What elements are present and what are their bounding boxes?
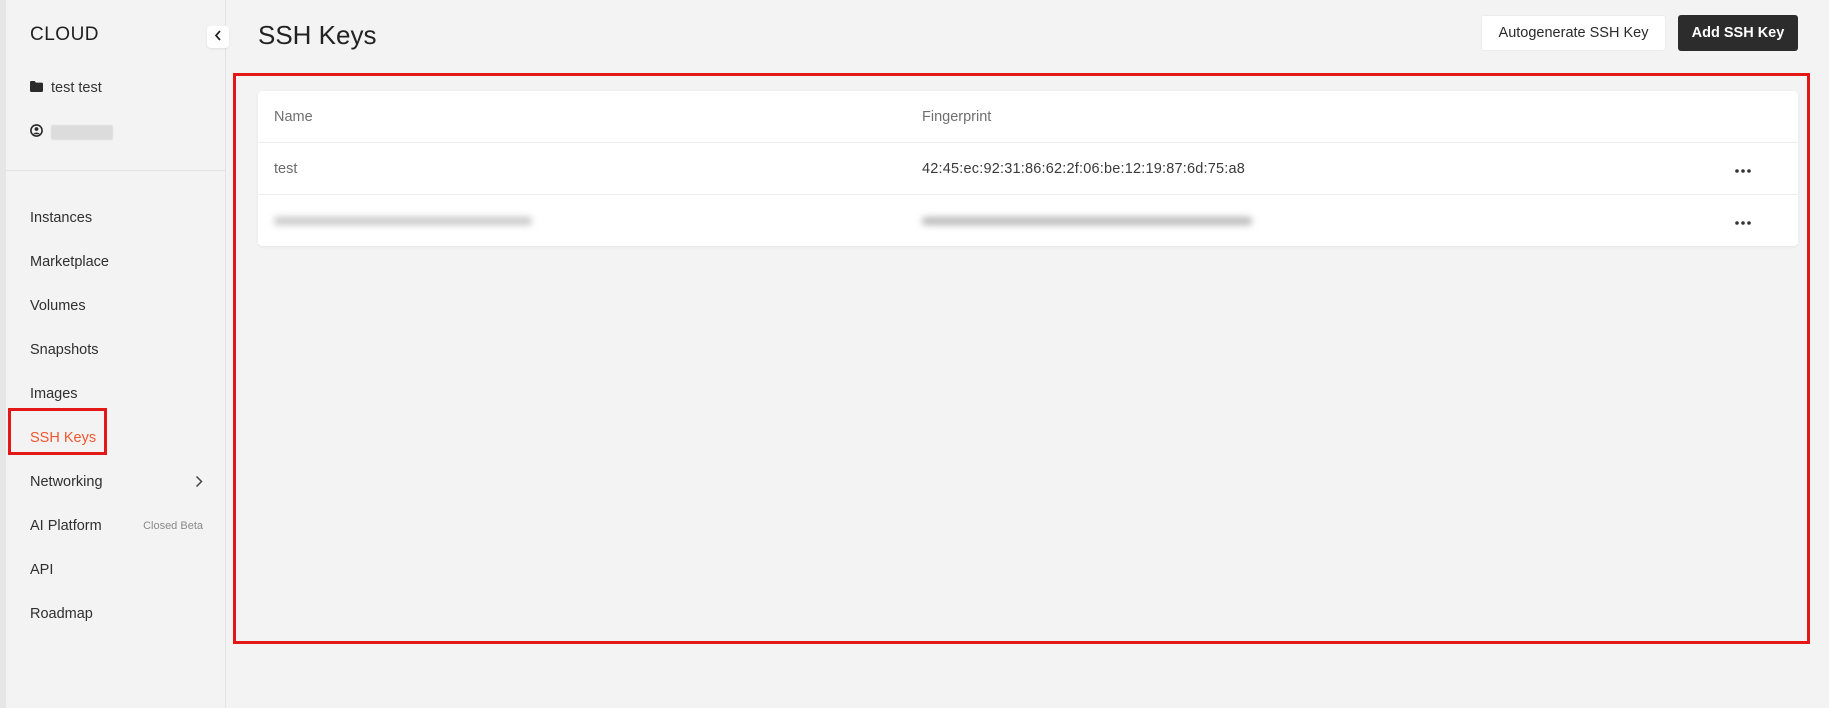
redacted-text xyxy=(274,217,532,225)
row-actions-button[interactable] xyxy=(1728,195,1758,247)
sidebar-item-label: API xyxy=(30,562,54,578)
sidebar-item-label: Networking xyxy=(30,474,103,490)
sidebar-item-snapshots[interactable]: Snapshots xyxy=(6,328,225,372)
key-name: test xyxy=(274,161,298,177)
sidebar-item-label: Snapshots xyxy=(30,342,99,358)
sidebar-divider xyxy=(6,170,225,171)
page-title: SSH Keys xyxy=(258,20,377,50)
chevron-left-icon xyxy=(214,28,222,46)
ssh-keys-table: Name Fingerprint test 42:45:ec:92:31:86:… xyxy=(258,91,1798,246)
table-header-row: Name Fingerprint xyxy=(258,91,1798,143)
account-name xyxy=(51,124,113,140)
chevron-right-icon xyxy=(195,475,203,492)
sidebar-item-ssh-keys[interactable]: SSH Keys xyxy=(6,416,225,460)
sidebar-item-label: Marketplace xyxy=(30,254,109,270)
sidebar-item-label: SSH Keys xyxy=(30,430,97,446)
sidebar-item-roadmap[interactable]: Roadmap xyxy=(6,592,225,636)
sidebar-item-label: Instances xyxy=(30,210,93,226)
autogenerate-ssh-key-button[interactable]: Autogenerate SSH Key xyxy=(1481,15,1666,51)
sidebar-item-ai-platform[interactable]: AI Platform Closed Beta xyxy=(6,504,225,548)
add-ssh-key-button[interactable]: Add SSH Key xyxy=(1678,15,1798,51)
column-header-name: Name xyxy=(274,109,313,125)
redacted-text xyxy=(922,217,1252,225)
table-row xyxy=(258,195,1798,247)
sidebar-item-label: Volumes xyxy=(30,298,86,314)
sidebar-item-images[interactable]: Images xyxy=(6,372,225,416)
globe-user-icon xyxy=(30,124,43,140)
more-options-icon xyxy=(1735,213,1751,229)
table-row: test 42:45:ec:92:31:86:62:2f:06:be:12:19… xyxy=(258,143,1798,195)
project-name: test test xyxy=(51,80,102,96)
sidebar-item-label: Roadmap xyxy=(30,606,93,622)
key-name-redacted xyxy=(274,195,532,247)
project-selector[interactable]: test test xyxy=(30,80,102,96)
key-fingerprint-redacted xyxy=(922,195,1252,247)
app-frame: CLOUD test test Instances Marketplace Vo… xyxy=(0,0,1829,708)
sidebar-item-label: Images xyxy=(30,386,78,402)
sidebar-item-volumes[interactable]: Volumes xyxy=(6,284,225,328)
folder-icon xyxy=(30,80,43,96)
collapse-sidebar-button[interactable] xyxy=(207,26,229,48)
column-header-fingerprint: Fingerprint xyxy=(922,109,992,125)
sidebar: CLOUD test test Instances Marketplace Vo… xyxy=(6,0,226,708)
brand-logo[interactable]: CLOUD xyxy=(30,24,99,46)
row-actions-button[interactable] xyxy=(1728,143,1758,195)
key-fingerprint: 42:45:ec:92:31:86:62:2f:06:be:12:19:87:6… xyxy=(922,161,1246,177)
closed-beta-badge: Closed Beta xyxy=(143,520,203,532)
account-selector[interactable] xyxy=(30,124,113,140)
sidebar-nav: Instances Marketplace Volumes Snapshots … xyxy=(6,196,225,636)
sidebar-item-label: AI Platform xyxy=(30,518,102,534)
sidebar-item-api[interactable]: API xyxy=(6,548,225,592)
sidebar-item-marketplace[interactable]: Marketplace xyxy=(6,240,225,284)
more-options-icon xyxy=(1735,161,1751,177)
sidebar-item-networking[interactable]: Networking xyxy=(6,460,225,504)
sidebar-item-instances[interactable]: Instances xyxy=(6,196,225,240)
